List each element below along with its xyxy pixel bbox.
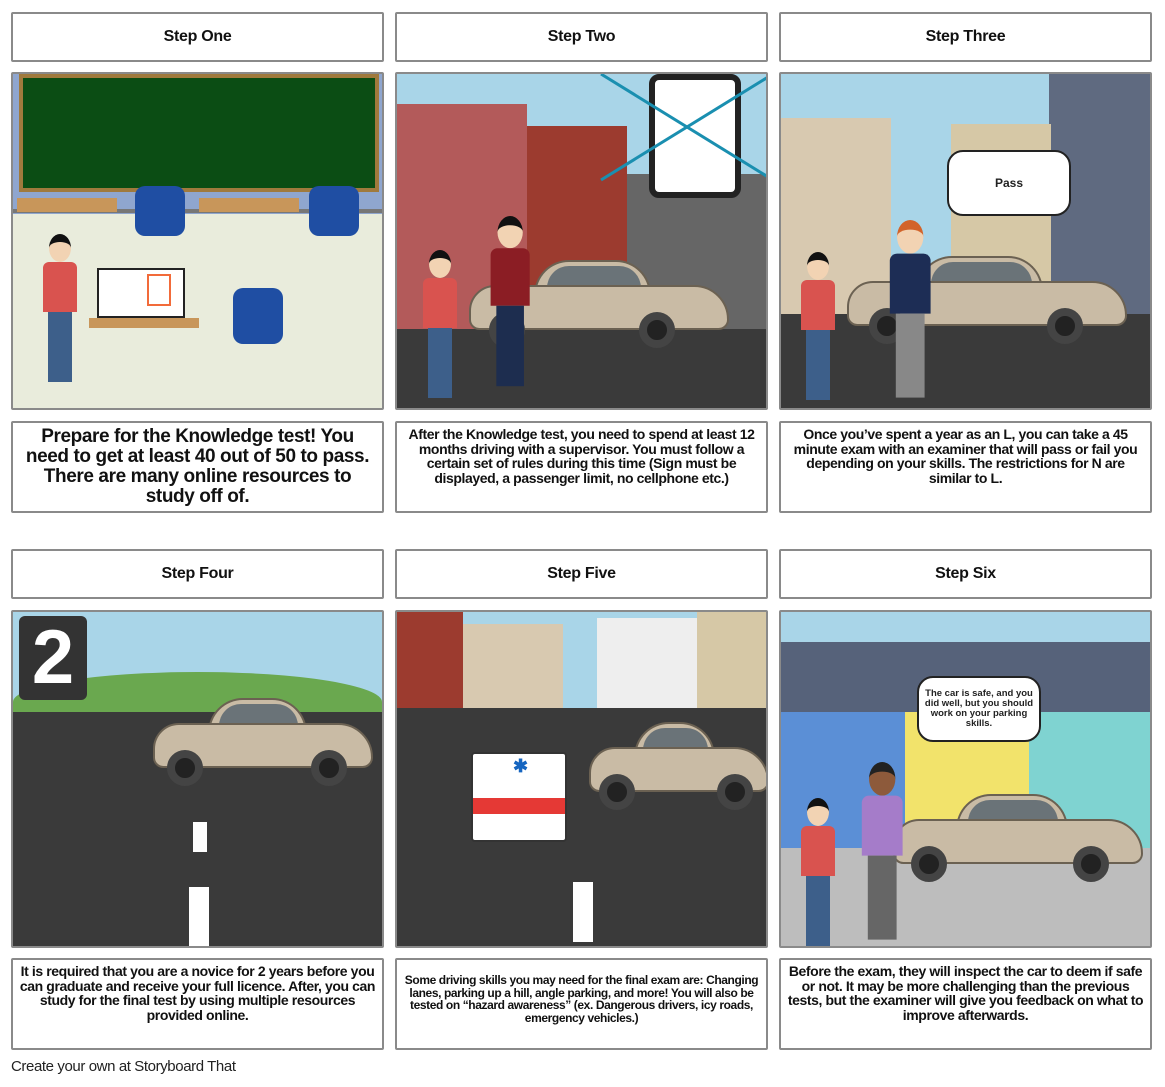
flip-counter: 2 <box>19 616 87 700</box>
panel-1-caption: Prepare for the Knowledge test! You need… <box>11 421 384 513</box>
desk <box>199 198 299 212</box>
storyboard-that-link[interactable]: Create your own at Storyboard That <box>11 1058 236 1075</box>
panel-1-title: Step One <box>11 12 384 62</box>
chair <box>309 186 359 236</box>
panel-2-caption: After the Knowledge test, you need to sp… <box>395 421 768 513</box>
car <box>153 698 373 786</box>
panel-3-scene-exam: Pass <box>779 72 1152 410</box>
speech-bubble: Pass <box>947 150 1071 216</box>
panel-4-scene-intersection: 2 <box>11 610 384 948</box>
speech-bubble: The car is safe, and you did well, but y… <box>917 676 1041 742</box>
chair <box>233 288 283 344</box>
panel-2-title: Step Two <box>395 12 768 62</box>
panel-2-scene-street <box>395 72 768 410</box>
chair <box>135 186 185 236</box>
chalkboard <box>19 74 379 192</box>
panel-6-title: Step Six <box>779 549 1152 599</box>
panel-5-scene-ambulance: ✱ <box>395 610 768 948</box>
star-of-life-icon: ✱ <box>513 756 529 776</box>
panel-4-caption: It is required that you are a novice for… <box>11 958 384 1050</box>
panel-4-title: Step Four <box>11 549 384 599</box>
panel-3-caption: Once you’ve spent a year as an L, you ca… <box>779 421 1152 513</box>
ambulance: ✱ <box>471 752 567 842</box>
panel-5-caption: Some driving skills you may need for the… <box>395 958 768 1050</box>
panel-1-scene-classroom <box>11 72 384 410</box>
crossed-out-icon <box>600 74 766 182</box>
desk <box>17 198 117 212</box>
panel-6-scene-feedback: The car is safe, and you did well, but y… <box>779 610 1152 948</box>
computer-monitor <box>97 268 185 318</box>
panel-6-caption: Before the exam, they will inspect the c… <box>779 958 1152 1050</box>
car <box>893 794 1143 882</box>
document-icon <box>147 274 171 306</box>
car <box>589 722 766 810</box>
panel-5-title: Step Five <box>395 549 768 599</box>
panel-3-title: Step Three <box>779 12 1152 62</box>
